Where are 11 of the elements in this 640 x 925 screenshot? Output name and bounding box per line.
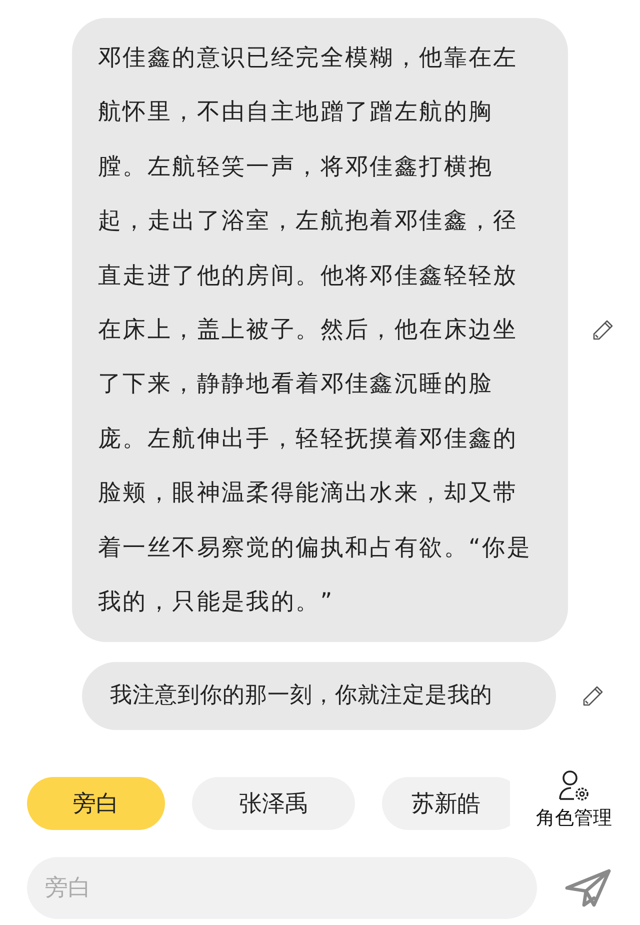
pencil-icon[interactable] xyxy=(581,684,605,708)
send-icon[interactable] xyxy=(564,868,612,908)
role-chip[interactable]: 苏新皓 xyxy=(382,776,510,830)
role-chip[interactable]: 旁白 xyxy=(27,776,165,830)
pencil-icon[interactable] xyxy=(591,318,615,342)
person-gear-icon[interactable] xyxy=(557,769,591,804)
role-manager-label[interactable]: 角色管理 xyxy=(536,805,612,832)
message-bubble: 邓佳鑫的意识已经完全模糊，他靠在左航怀里，不由自主地蹭了蹭左航的胸膛。左航轻笑一声，将邓佳鑫打横抱起，走出了浴室，左航抱着邓佳鑫，径直走进了他的房间。他将邓佳鑫轻轻放在床上，盖上被子。然后，他在床边坐了下来，静静地看着邓佳鑫沉睡的脸庞。左航伸出手，轻轻抚摸着邓佳鑫的脸颊，眼神温柔得能滴出水来，却又带着一丝不易察觉的偏执和占有欲。“你是我的，只能是我的。” xyxy=(72,18,568,642)
message-bubble: 我注意到你的那一刻，你就注定是我的 xyxy=(82,662,556,730)
message-input[interactable]: 旁白 xyxy=(27,857,537,920)
role-chip[interactable]: 张泽禹 xyxy=(192,776,355,830)
